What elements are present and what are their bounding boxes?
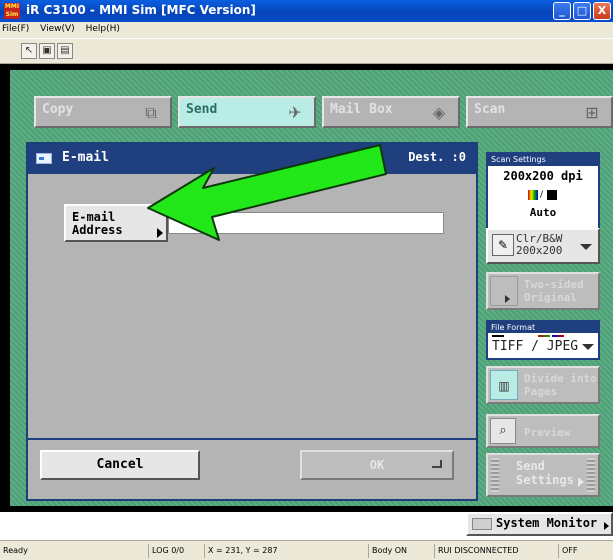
paper-plane-icon: ✈	[288, 103, 302, 122]
preview-button[interactable]: ⌕ Preview	[486, 414, 600, 448]
color-resolution-button[interactable]: ✎ Clr/B&W 200x200	[486, 228, 600, 264]
app-icon: MMI Sim	[4, 3, 20, 19]
image-icon[interactable]: ▣	[39, 43, 55, 59]
divide-into-pages-button[interactable]: ▥ Divide into Pages	[486, 366, 600, 404]
ok-label: OK	[369, 458, 385, 472]
cancel-button[interactable]: Cancel	[40, 450, 200, 480]
monitor-icon	[472, 518, 492, 530]
tab-send[interactable]: Send ✈	[178, 96, 316, 128]
tab-send-label: Send	[186, 102, 218, 117]
file-format-color-bars	[492, 335, 592, 338]
email-dialog: E-mail Dest. :0 E-mail Address Cancel OK	[26, 142, 478, 501]
email-address-label-line2: Address	[72, 223, 123, 237]
tab-scan[interactable]: Scan ⊞	[466, 96, 613, 128]
document-icon[interactable]: ▤	[57, 43, 73, 59]
arrow-right-icon	[604, 522, 609, 530]
dialog-title: E-mail	[62, 150, 109, 165]
arrow-right-icon	[157, 228, 163, 238]
menu-help[interactable]: Help(H)	[84, 22, 126, 34]
tab-copy[interactable]: Copy ⧉	[34, 96, 172, 128]
system-monitor-label: System Monitor	[496, 516, 598, 530]
email-address-button[interactable]: E-mail Address	[64, 204, 168, 242]
status-coords: X = 231, Y = 287	[204, 544, 326, 558]
scan-settings-header: Scan Settings	[488, 154, 598, 166]
two-sided-icon	[490, 276, 518, 306]
menu-bar: File(F) View(V) Help(H)	[0, 22, 613, 38]
title-bar: MMI Sim iR C3100 - MMI Sim [MFC Version]…	[0, 0, 613, 22]
status-off: OFF	[558, 544, 613, 558]
scan-mode-icon: ✎	[492, 234, 514, 256]
two-sided-original-button[interactable]: Two-sided Original	[486, 272, 600, 310]
scan-resolution: 200x200 dpi	[503, 169, 583, 183]
status-ready: Ready	[3, 546, 28, 555]
file-format-selector[interactable]: File Format TIFF / JPEG	[486, 320, 600, 360]
status-bar: Ready LOG 0/0 X = 231, Y = 287 Body ON R…	[0, 540, 613, 560]
grip-icon	[587, 458, 595, 492]
pointer-icon[interactable]: ↖	[21, 43, 37, 59]
mailbox-icon: ◈	[432, 103, 446, 122]
menu-file[interactable]: File(F)	[0, 22, 35, 34]
send-settings-button[interactable]: Send Settings	[486, 453, 600, 497]
window-title: iR C3100 - MMI Sim [MFC Version]	[26, 3, 256, 17]
dialog-divider	[28, 438, 476, 440]
status-rui: RUI DISCONNECTED	[434, 544, 558, 558]
copy-icon: ⧉	[145, 103, 157, 122]
color-mode-value: Auto	[529, 206, 557, 219]
divide-label: Divide into Pages	[524, 372, 597, 398]
two-sided-label: Two-sided Original	[524, 278, 584, 304]
status-body: Body ON	[368, 544, 434, 558]
preview-label: Preview	[524, 426, 571, 439]
minimize-button[interactable]: _	[553, 2, 571, 20]
color-resolution-text: Clr/B&W 200x200	[516, 232, 563, 257]
pages-icon: ▥	[490, 370, 518, 400]
chevron-down-icon	[582, 344, 594, 350]
file-format-header: File Format	[488, 322, 598, 333]
email-address-field[interactable]	[168, 212, 444, 234]
preview-icon: ⌕	[490, 418, 516, 444]
toolbar: ↖ ▣ ▤	[0, 38, 613, 64]
tab-mailbox-label: Mail Box	[330, 102, 393, 117]
dialog-header: E-mail Dest. :0	[28, 144, 476, 174]
arrow-right-icon	[578, 477, 584, 487]
system-monitor-button[interactable]: System Monitor	[466, 512, 613, 536]
tab-scan-label: Scan	[474, 102, 506, 117]
tab-copy-label: Copy	[42, 102, 74, 117]
close-button[interactable]: X	[593, 2, 611, 20]
status-log: LOG 0/0	[148, 544, 204, 558]
enter-icon	[432, 460, 442, 468]
grip-icon	[491, 458, 499, 492]
email-address-label-line1: E-mail	[72, 210, 116, 224]
destination-count: Dest. :0	[408, 150, 466, 164]
color-mode-icon: /	[528, 190, 558, 200]
ok-button[interactable]: OK	[300, 450, 454, 480]
email-icon	[36, 153, 52, 164]
menu-view[interactable]: View(V)	[38, 22, 81, 34]
file-format-value: TIFF / JPEG	[492, 339, 579, 354]
scanner-icon: ⊞	[585, 103, 599, 122]
maximize-button[interactable]: □	[573, 2, 591, 20]
chevron-down-icon	[580, 244, 592, 250]
tab-mailbox[interactable]: Mail Box ◈	[322, 96, 460, 128]
send-settings-label: Send Settings	[516, 459, 574, 487]
